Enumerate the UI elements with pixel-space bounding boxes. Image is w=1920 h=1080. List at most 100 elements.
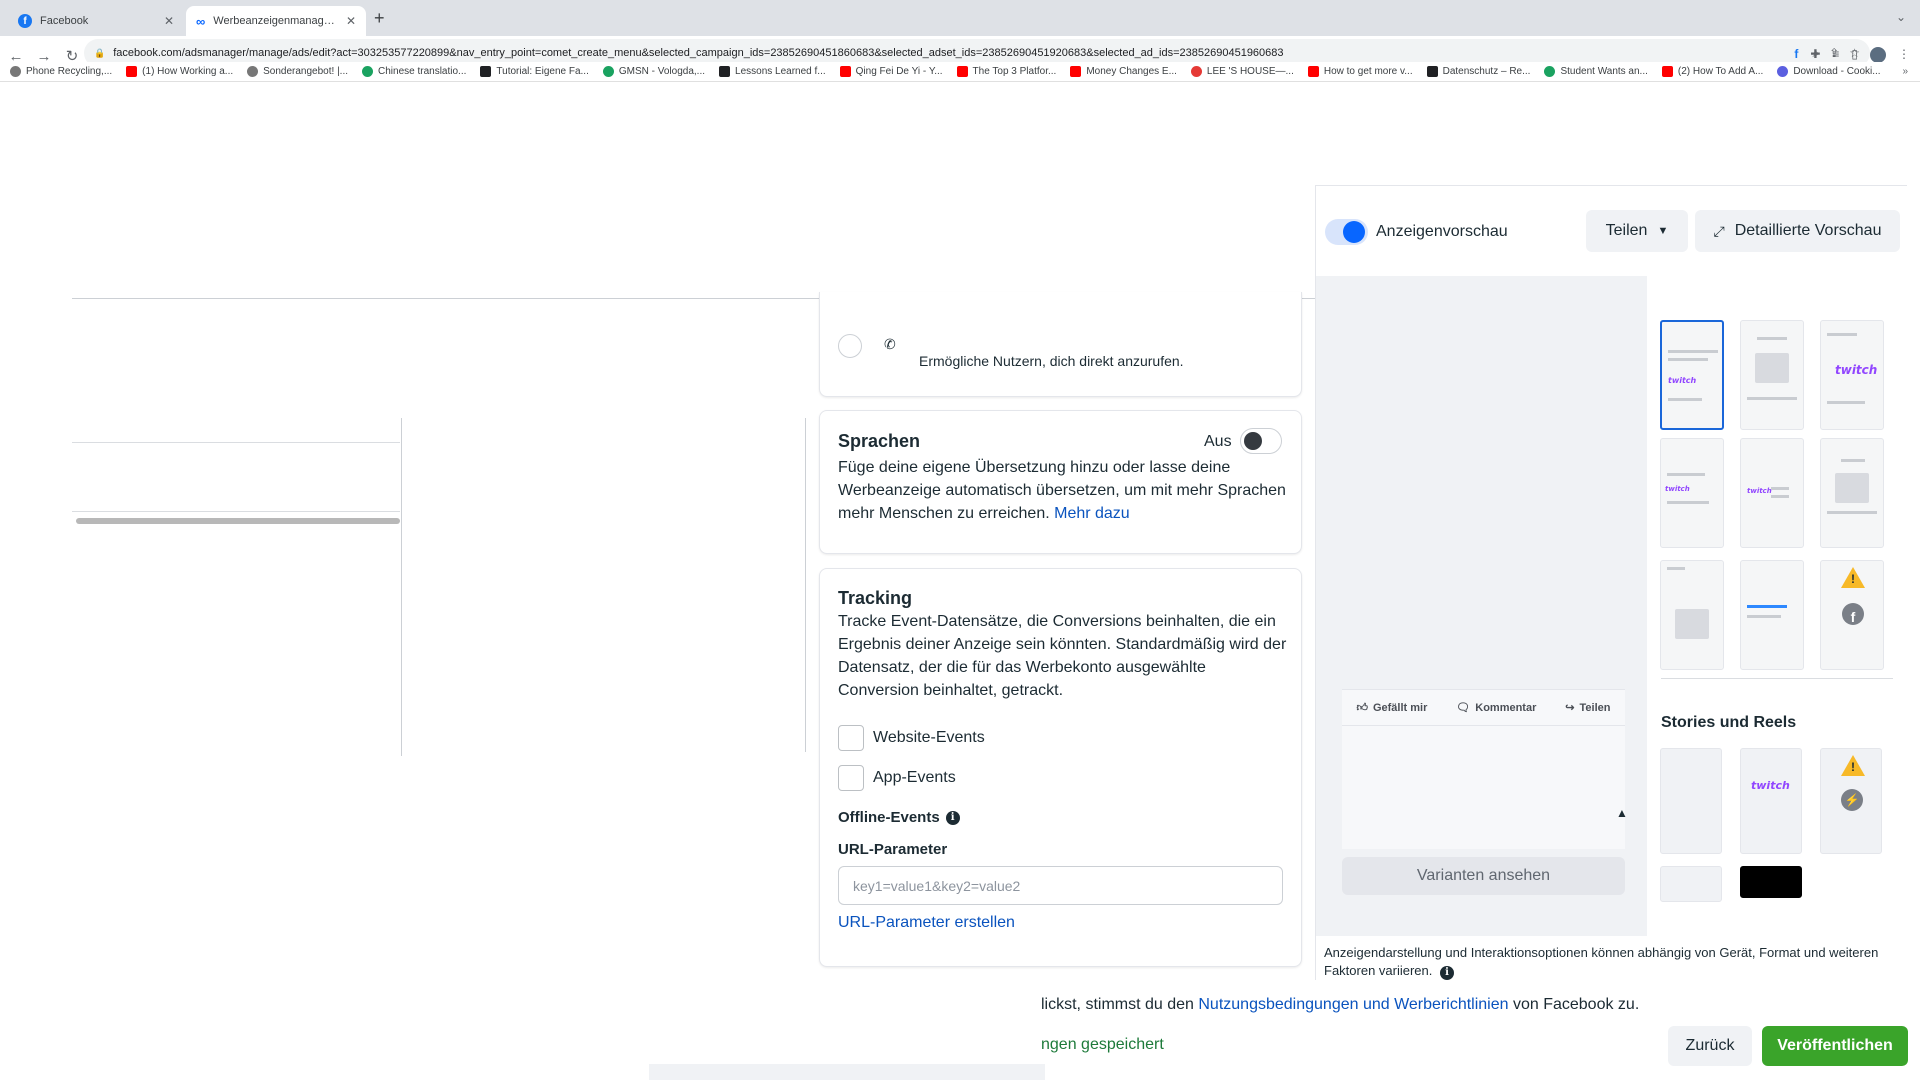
bookmark[interactable]: Student Wants an... <box>1544 66 1648 77</box>
bookmark[interactable]: Chinese translatio... <box>362 66 466 77</box>
placement-thumb-feed[interactable]: twitch <box>1660 320 1724 430</box>
placement-thumb-marketplace[interactable]: twitch <box>1660 438 1724 548</box>
thumb-text-line <box>1827 333 1857 336</box>
sidebar-icon[interactable]: ▯ <box>1851 47 1858 63</box>
app-events-label: App-Events <box>873 769 956 786</box>
call-option-card: ✆ Ermögliche Nutzern, dich direkt anzuru… <box>819 292 1302 397</box>
twitch-logo: twitch <box>1668 376 1697 385</box>
chevron-right-icon[interactable]: » <box>1902 66 1908 77</box>
bookmark[interactable]: Phone Recycling,... <box>10 66 112 77</box>
divider <box>805 418 806 752</box>
placement-thumb-instagram[interactable] <box>1740 320 1804 430</box>
image-placeholder-icon <box>1835 473 1869 503</box>
publish-button[interactable]: Veröffentlichen <box>1762 1026 1908 1066</box>
url-parameter-label: URL-Parameter <box>838 841 948 858</box>
share-arrow-icon: ↪ <box>1565 702 1575 714</box>
placement-thumb-explore[interactable] <box>1820 438 1884 548</box>
bookmark[interactable]: Sonderangebot! |... <box>247 66 348 77</box>
bookmark[interactable]: Money Changes E... <box>1070 66 1177 77</box>
preview-stage: 👍︎ Gefällt mir 🗨︎ Kommentar ↪ Teilen ▲ Vari… <box>1316 276 1908 936</box>
bookmark[interactable]: GMSN - Vologda,... <box>602 66 705 77</box>
bookmark[interactable]: Tutorial: Eigene Fa... <box>480 66 589 77</box>
close-icon[interactable]: ✕ <box>346 14 356 28</box>
bookmark[interactable]: (2) How To Add A... <box>1661 66 1763 77</box>
url-text: facebook.com/adsmanager/manage/ads/edit?… <box>113 47 1284 59</box>
view-variants-button[interactable]: Varianten ansehen <box>1342 857 1625 895</box>
url-parameter-input[interactable] <box>838 866 1283 905</box>
preview-disclaimer: Anzeigendarstellung und Interaktionsopti… <box>1324 944 1904 980</box>
placement-thumb-search[interactable]: twitch <box>1740 438 1804 548</box>
puzzle-icon[interactable]: ✚ <box>1810 47 1820 63</box>
divider <box>1661 678 1893 679</box>
thumbs-up-icon: 👍︎ <box>1356 702 1368 714</box>
share-dropdown-button[interactable]: Teilen ▼ <box>1586 210 1688 252</box>
placement-thumb-audience-network[interactable]: ! f <box>1820 560 1884 670</box>
terms-prefix: lickst, stimmst du den <box>1041 996 1199 1013</box>
tracking-description: Tracke Event-Datensätze, die Conversions… <box>838 613 1287 699</box>
bookmark-favicon <box>602 66 614 77</box>
terms-link[interactable]: Nutzungsbedingungen und Werberichtlinien <box>1198 996 1508 1013</box>
story-thumb-messenger[interactable]: ! ⚡ <box>1820 748 1882 854</box>
media-icon[interactable]: ≡ <box>1832 47 1839 63</box>
info-icon[interactable]: i <box>945 810 960 825</box>
languages-toggle[interactable] <box>1240 428 1282 454</box>
tab-facebook[interactable]: f Facebook ✕ <box>8 6 184 36</box>
twitch-logo: twitch <box>1751 779 1790 792</box>
bookmark[interactable]: LEE 'S HOUSE—... <box>1190 66 1294 77</box>
create-url-parameter-link[interactable]: URL-Parameter erstellen <box>838 914 1015 932</box>
bookmark[interactable]: Qing Fei De Yi - Y... <box>839 66 943 77</box>
saved-status: ngen gespeichert <box>1041 1036 1164 1053</box>
like-action[interactable]: 👍︎ Gefällt mir <box>1356 701 1427 715</box>
bookmark[interactable]: The Top 3 Platfor... <box>956 66 1056 77</box>
thumb-text-line <box>1827 511 1877 514</box>
languages-status: Aus <box>1204 433 1232 450</box>
learn-more-link[interactable]: Mehr dazu <box>1054 505 1130 522</box>
story-thumb-instagram[interactable]: twitch <box>1740 748 1802 854</box>
bookmark[interactable]: (1) How Working a... <box>126 66 233 77</box>
chevron-down-icon[interactable]: ⌄ <box>1896 10 1906 24</box>
bookmark[interactable]: Lessons Learned f... <box>719 66 826 77</box>
story-thumb-reels[interactable] <box>1660 866 1722 902</box>
placement-thumb-stories[interactable]: twitch <box>1820 320 1884 430</box>
bookmark[interactable]: Download - Cooki... <box>1777 66 1881 77</box>
preview-main: 👍︎ Gefällt mir 🗨︎ Kommentar ↪ Teilen ▲ Vari… <box>1316 276 1646 936</box>
mouse-cursor-icon: ▲ <box>1616 806 1628 820</box>
menu-dots-icon[interactable]: ⋮ <box>1898 47 1910 63</box>
bookmark-favicon <box>1426 66 1438 77</box>
app-events-option[interactable]: App-Events <box>838 765 956 791</box>
thumb-text-line <box>1757 337 1787 340</box>
story-thumb-instagram-reels[interactable] <box>1740 866 1802 898</box>
bookmark[interactable]: Datenschutz – Re... <box>1426 66 1530 77</box>
horizontal-scrollbar[interactable] <box>76 518 400 524</box>
lock-icon: 🔒 <box>94 47 106 58</box>
bookmark-favicon <box>1544 66 1556 77</box>
placement-thumb-shop[interactable] <box>1660 560 1724 670</box>
website-events-checkbox[interactable] <box>838 725 864 751</box>
caret-down-icon: ▼ <box>1657 225 1669 237</box>
comment-action[interactable]: 🗨︎ Kommentar <box>1456 701 1536 715</box>
thumb-text-line <box>1747 397 1797 400</box>
website-events-option[interactable]: Website-Events <box>838 725 985 751</box>
thumb-text-line <box>1668 398 1702 401</box>
thumb-text-line <box>1667 501 1709 504</box>
detailed-preview-button[interactable]: ⤢ Detaillierte Vorschau <box>1695 210 1900 252</box>
tab-werbeanzeigenmanager[interactable]: ∞ Werbeanzeigenmanager - Wer... ✕ <box>186 6 366 36</box>
new-tab-icon[interactable]: + <box>374 8 385 29</box>
left-panel <box>72 418 402 756</box>
ad-preview-toggle[interactable] <box>1325 219 1368 245</box>
profile-avatar[interactable] <box>1870 47 1886 63</box>
extension-facebook-icon[interactable]: f <box>1794 47 1798 63</box>
share-action[interactable]: ↪ Teilen <box>1565 701 1610 715</box>
story-thumb-facebook[interactable] <box>1660 748 1722 854</box>
phone-icon: ✆ <box>884 336 896 352</box>
hash-icon <box>480 66 492 77</box>
call-radio-button[interactable] <box>838 334 862 358</box>
close-icon[interactable]: ✕ <box>164 14 174 28</box>
app-events-checkbox[interactable] <box>838 765 864 791</box>
placement-thumb-messenger-inbox[interactable] <box>1740 560 1804 670</box>
bookmark[interactable]: How to get more v... <box>1307 66 1413 77</box>
back-button[interactable]: Zurück <box>1668 1026 1752 1066</box>
languages-description: Füge deine eigene Übersetzung hinzu oder… <box>838 456 1288 525</box>
twitch-logo: twitch <box>1665 485 1690 493</box>
info-icon[interactable]: i <box>1440 966 1455 980</box>
